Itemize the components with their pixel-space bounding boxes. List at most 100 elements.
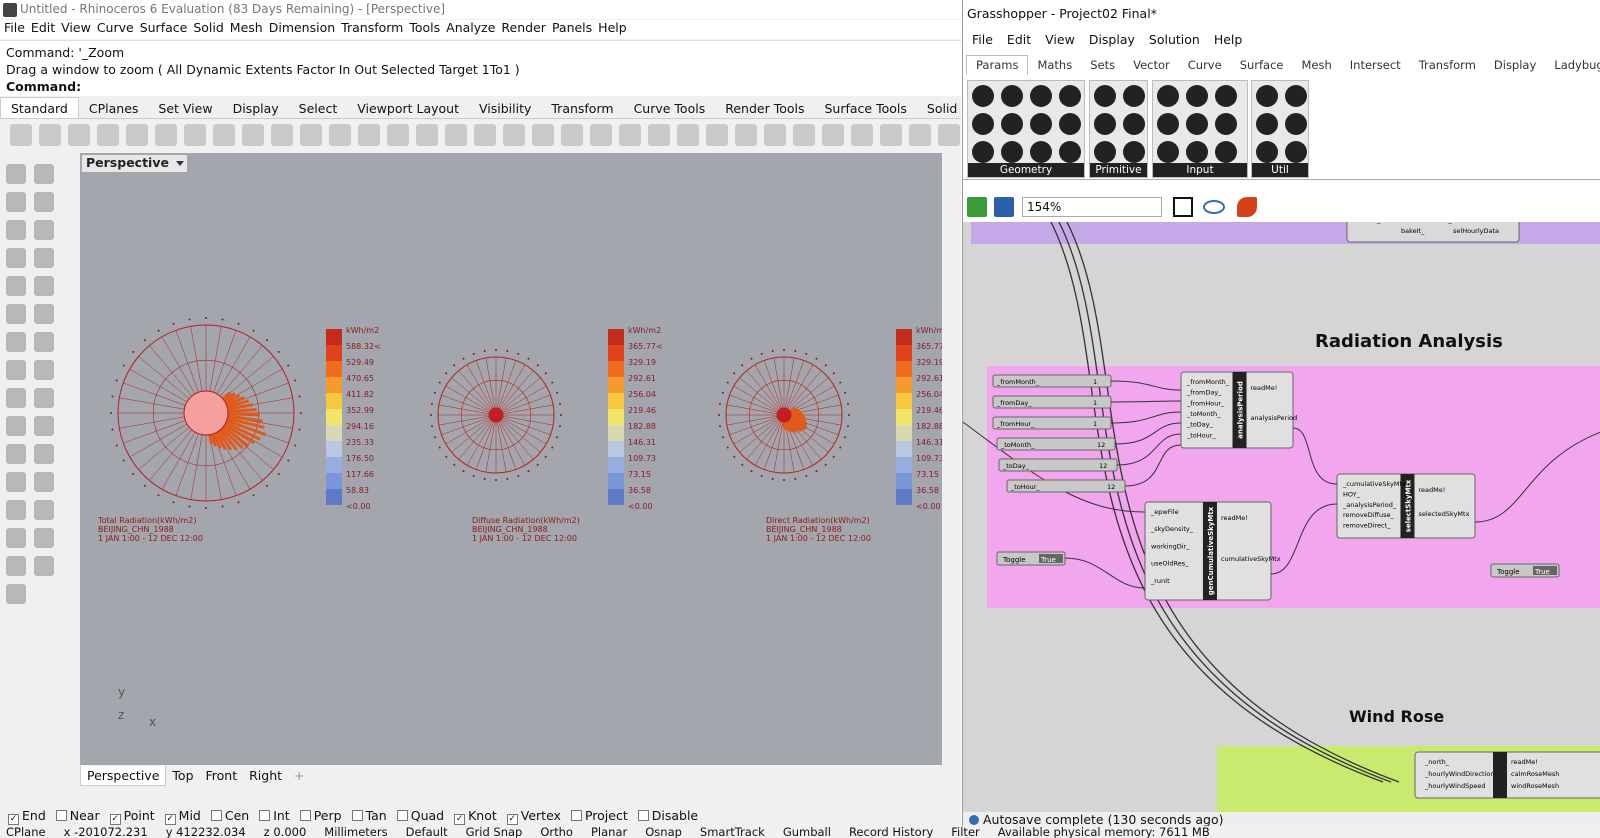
tab-standard[interactable]: Standard <box>0 97 79 118</box>
menu-transform[interactable]: Transform <box>341 20 403 35</box>
component-icon[interactable] <box>1094 85 1116 107</box>
menu-curve[interactable]: Curve <box>97 20 134 35</box>
layout-icon[interactable] <box>34 528 54 548</box>
surface-icon[interactable] <box>6 304 26 324</box>
gh-tab-vector[interactable]: Vector <box>1124 56 1179 76</box>
status-filter[interactable]: Filter <box>951 826 979 838</box>
transform-move-icon[interactable] <box>6 416 26 436</box>
checkbox-int[interactable] <box>259 810 271 821</box>
status-y-412232-034[interactable]: y 412232.034 <box>166 826 246 838</box>
checkbox-perp[interactable] <box>299 810 311 821</box>
array-icon[interactable] <box>6 472 26 492</box>
checkbox-near[interactable] <box>55 810 67 821</box>
help-icon[interactable] <box>938 124 960 146</box>
save-file-icon[interactable] <box>994 197 1014 217</box>
polyline-icon[interactable] <box>34 192 54 212</box>
checkbox-cen[interactable] <box>210 810 222 821</box>
tab-curve-tools[interactable]: Curve Tools <box>624 98 716 118</box>
osnap-project[interactable]: Project <box>570 808 628 823</box>
rotate-icon[interactable] <box>34 500 54 520</box>
gh-menu-help[interactable]: Help <box>1214 32 1243 47</box>
command-prompt-options[interactable]: Drag a window to zoom ( All Dynamic Exte… <box>6 61 961 78</box>
menu-surface[interactable]: Surface <box>140 20 188 35</box>
gh-tab-display[interactable]: Display <box>1485 56 1545 76</box>
component-icon[interactable] <box>1215 85 1237 107</box>
preview-eye-icon[interactable] <box>1203 200 1225 214</box>
component-icon[interactable] <box>1094 113 1116 135</box>
component-icon[interactable] <box>1030 141 1052 163</box>
component-icon[interactable] <box>1001 85 1023 107</box>
gh-tab-sets[interactable]: Sets <box>1081 56 1124 76</box>
menu-edit[interactable]: Edit <box>31 20 55 35</box>
gh-tab-curve[interactable]: Curve <box>1179 56 1231 76</box>
tab-set-view[interactable]: Set View <box>148 98 222 118</box>
menu-mesh[interactable]: Mesh <box>230 20 263 35</box>
component-icon[interactable] <box>1256 85 1278 107</box>
component-icon[interactable] <box>1094 141 1116 163</box>
gh-menu-edit[interactable]: Edit <box>1007 32 1031 47</box>
status-default[interactable]: Default <box>406 826 448 838</box>
viewport-tab-top[interactable]: Top <box>166 766 199 786</box>
status-osnap[interactable]: Osnap <box>645 826 682 838</box>
osnap-near[interactable]: Near <box>55 808 100 823</box>
gear-icon[interactable] <box>851 124 873 146</box>
sphere-icon[interactable] <box>34 332 54 352</box>
mirror-icon[interactable] <box>6 500 26 520</box>
mesh-icon[interactable] <box>34 556 54 576</box>
checkbox-tan[interactable] <box>351 810 363 821</box>
box-icon[interactable] <box>6 332 26 352</box>
shade-icon[interactable] <box>735 124 757 146</box>
checkbox-disable[interactable] <box>637 810 649 821</box>
cylinder-icon[interactable] <box>6 360 26 380</box>
extrude-icon[interactable] <box>34 360 54 380</box>
paste-icon[interactable] <box>213 124 235 146</box>
checkbox-point[interactable]: ✓ <box>109 814 121 825</box>
component-icon[interactable] <box>972 113 994 135</box>
component-icon[interactable] <box>1256 113 1278 135</box>
gh-tab-intersect[interactable]: Intersect <box>1341 56 1410 76</box>
component-icon[interactable] <box>972 141 994 163</box>
component-icon[interactable] <box>1001 141 1023 163</box>
light-icon[interactable] <box>619 124 641 146</box>
car-render-icon[interactable] <box>503 124 525 146</box>
status-record-history[interactable]: Record History <box>849 826 933 838</box>
osnap-mid[interactable]: ✓ Mid <box>164 808 201 825</box>
viewport-title-menu[interactable]: Perspective <box>82 155 187 172</box>
gh-menu-file[interactable]: File <box>972 32 993 47</box>
menu-solid[interactable]: Solid <box>193 20 223 35</box>
component-icon[interactable] <box>1285 113 1307 135</box>
component-icon[interactable] <box>972 85 994 107</box>
status-gumball[interactable]: Gumball <box>783 826 831 838</box>
tab-solid[interactable]: Solid <box>917 98 961 118</box>
save-file-icon[interactable] <box>68 124 90 146</box>
zoom-selected-icon[interactable] <box>416 124 438 146</box>
material-icon[interactable] <box>677 124 699 146</box>
zoom-select[interactable]: 154% <box>1022 197 1162 217</box>
menu-analyze[interactable]: Analyze <box>446 20 495 35</box>
undo-icon[interactable] <box>242 124 264 146</box>
gh-tab-transform[interactable]: Transform <box>1410 56 1485 76</box>
tab-select[interactable]: Select <box>289 98 348 118</box>
dimension-icon[interactable] <box>6 444 26 464</box>
tab-visibility[interactable]: Visibility <box>469 98 541 118</box>
add-viewport-icon[interactable]: + <box>288 766 310 786</box>
command-input[interactable]: Command: <box>6 78 961 95</box>
component-icon[interactable] <box>1215 141 1237 163</box>
checkbox-mid[interactable]: ✓ <box>164 814 176 825</box>
status-smarttrack[interactable]: SmartTrack <box>700 826 765 838</box>
component-icon[interactable] <box>1186 85 1208 107</box>
checkbox-end[interactable]: ✓ <box>8 814 19 825</box>
open-file-icon[interactable] <box>39 124 61 146</box>
osnap-end[interactable]: ✓ End <box>8 808 46 825</box>
tab-cplanes[interactable]: CPlanes <box>79 98 149 118</box>
menu-panels[interactable]: Panels <box>552 20 592 35</box>
component-icon[interactable] <box>1256 141 1278 163</box>
open-file-icon[interactable] <box>967 197 987 217</box>
print-icon[interactable] <box>97 124 119 146</box>
zoom-extents-icon[interactable] <box>1173 197 1193 217</box>
osnap-int[interactable]: Int <box>259 808 290 823</box>
render-icon[interactable] <box>764 124 786 146</box>
viewport-tab-right[interactable]: Right <box>243 766 288 786</box>
component-icon[interactable] <box>1123 113 1145 135</box>
pan-icon[interactable] <box>271 124 293 146</box>
